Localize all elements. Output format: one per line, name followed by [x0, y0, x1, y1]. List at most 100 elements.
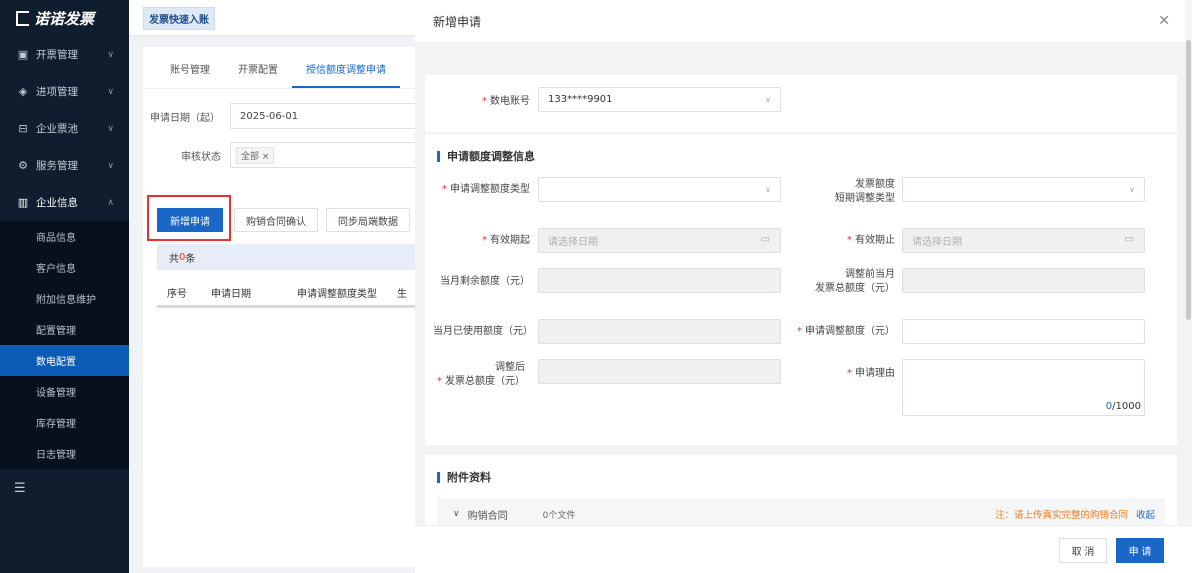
tab-account[interactable]: 账号管理 [156, 61, 224, 88]
sync-data-button[interactable]: 同步局端数据 [326, 208, 410, 232]
menu-invoicing[interactable]: ▣ 开票管理 ∨ [0, 36, 129, 73]
col-index: 序号 [167, 289, 187, 300]
tab-credit-adjust[interactable]: 授信额度调整申请 [292, 61, 400, 88]
highlight-box [147, 195, 231, 241]
before-total-label-2: 发票总额度（元） [815, 283, 895, 294]
count-prefix: 共 [169, 253, 179, 265]
drawer-scrollbar[interactable] [1185, 0, 1192, 573]
valid-from-label-text: 有效期起 [490, 235, 530, 246]
valid-from-date[interactable]: 请选择日期 ▭ [538, 228, 781, 253]
adjust-type-label: * 申请调整额度类型 [442, 184, 530, 195]
chevron-down-icon: ∨ [107, 160, 114, 171]
tag-close-icon[interactable]: × [262, 152, 270, 162]
filter-date-label: 申请日期（起） [150, 112, 220, 124]
chevron-down-icon: ∨ [107, 49, 114, 60]
menu-fold-icon[interactable]: ☰ [0, 469, 129, 507]
before-total-input[interactable] [902, 268, 1145, 293]
adjustment-card: 申请额度调整信息 * 申请调整额度类型 ∨ 发票额度 短期调整类型 ∨ * 有效期起 … [425, 134, 1177, 445]
filter-status-select[interactable]: 全部 × [230, 142, 430, 168]
sidebar-item-inventory[interactable]: 库存管理 [0, 407, 129, 438]
sidebar: 诺诺发票 ▣ 开票管理 ∨ ◈ 进项管理 ∨ ⊟ 企业票池 ∨ ⚙ 服务管理 ∨… [0, 0, 129, 573]
adjust-type-label-text: 申请调整额度类型 [450, 184, 530, 195]
menu-input-tax[interactable]: ◈ 进项管理 ∨ [0, 73, 129, 110]
sidebar-item-customers[interactable]: 客户信息 [0, 252, 129, 283]
month-used-input[interactable] [538, 319, 781, 344]
adjust-amount-input[interactable] [902, 319, 1145, 344]
close-icon[interactable]: ✕ [1158, 13, 1170, 29]
section-bar [437, 150, 440, 162]
filter-date-row: 申请日期（起） 2025-06-01 [150, 103, 430, 129]
adjust-amount-label: * 申请调整额度（元） [797, 326, 895, 337]
attachment-name: 购销合同 [467, 510, 508, 522]
tab-invoice-config[interactable]: 开票配置 [224, 61, 292, 88]
filter-date-input[interactable]: 2025-06-01 [230, 103, 430, 129]
sidebar-item-config[interactable]: 配置管理 [0, 314, 129, 345]
menu-service[interactable]: ⚙ 服务管理 ∨ [0, 147, 129, 184]
invoice-icon: ▣ [17, 48, 29, 61]
logo-text: 诺诺发票 [34, 9, 95, 28]
main-panel: 账号管理 开票配置 授信额度调整申请 申请日期（起） 2025-06-01 审核… [143, 47, 430, 567]
scrollbar-thumb[interactable] [1186, 40, 1191, 320]
drawer-header: 新增申请 [415, 0, 1192, 43]
valid-to-placeholder: 请选择日期 [912, 237, 962, 248]
submit-button[interactable]: 申 请 [1116, 538, 1164, 563]
calendar-icon: ▭ [760, 234, 770, 245]
chevron-down-icon: ∨ [107, 86, 114, 97]
collapse-link[interactable]: 收起 [1136, 507, 1155, 521]
col-adjust-type: 申请调整额度类型 [297, 289, 377, 300]
after-total-label: 调整后 * 发票总额度（元） [437, 362, 525, 387]
sidebar-item-logs[interactable]: 日志管理 [0, 438, 129, 469]
before-total-label-1: 调整前当月 [845, 269, 895, 280]
attachment-files: 0个文件 [542, 510, 576, 521]
sidebar-item-extra-info[interactable]: 附加信息维护 [0, 283, 129, 314]
sidebar-item-devices[interactable]: 设备管理 [0, 376, 129, 407]
short-term-type-select[interactable]: ∨ [902, 177, 1145, 202]
reason-textarea[interactable]: 0/1000 [902, 359, 1145, 416]
valid-to-date[interactable]: 请选择日期 ▭ [902, 228, 1145, 253]
cancel-button[interactable]: 取 消 [1059, 538, 1107, 563]
valid-from-label: * 有效期起 [482, 235, 530, 246]
chevron-down-icon: ∨ [107, 123, 114, 134]
app-logo[interactable]: 诺诺发票 [0, 0, 129, 36]
chevron-down-icon: ∨ [1129, 185, 1135, 194]
tab-bar: 账号管理 开票配置 授信额度调整申请 [143, 47, 415, 89]
chevron-down-icon[interactable]: ∨ [453, 509, 460, 519]
drawer-footer: 取 消 申 请 [415, 525, 1192, 573]
adjust-type-select[interactable]: ∨ [538, 177, 781, 202]
submenu-company-info: 商品信息 客户信息 附加信息维护 配置管理 数电配置 设备管理 库存管理 日志管… [0, 221, 129, 469]
chevron-up-icon: ∧ [107, 197, 114, 208]
before-total-label: 调整前当月发票总额度（元） [795, 268, 895, 296]
reason-label-text: 申请理由 [855, 368, 895, 379]
after-total-input[interactable] [538, 359, 781, 384]
service-icon: ⚙ [18, 159, 28, 172]
section-attach-title-text: 附件资料 [447, 471, 491, 484]
sidebar-item-digital-config[interactable]: 数电配置 [0, 345, 129, 376]
attachment-row: ∨ 购销合同 0个文件 注：请上传真实完整的购销合同 收起 [437, 498, 1165, 525]
after-total-label-2: 发票总额度（元） [445, 376, 525, 387]
menu-label: 进项管理 [36, 86, 78, 98]
attachments-card: 附件资料 ∨ 购销合同 0个文件 注：请上传真实完整的购销合同 收起 [425, 455, 1177, 525]
chevron-down-icon: ∨ [765, 95, 771, 104]
status-tag-label: 全部 [241, 151, 260, 162]
filter-date-value: 2025-06-01 [240, 110, 299, 122]
account-label-text: 数电账号 [490, 96, 530, 107]
wallet-icon: ⊟ [18, 122, 28, 135]
quick-entry-tag[interactable]: 发票快速入账 [143, 7, 215, 30]
result-count-bar: 共0条 [157, 244, 415, 270]
short-term-label-1: 发票额度 [855, 179, 895, 190]
account-select[interactable]: 133****9901 ∨ [538, 87, 781, 112]
menu-company-info[interactable]: ▥ 企业信息 ∧ [0, 184, 129, 221]
status-tag: 全部 × [236, 146, 275, 164]
menu-label: 企业信息 [36, 197, 78, 209]
menu-invoice-pool[interactable]: ⊟ 企业票池 ∨ [0, 110, 129, 147]
contract-confirm-button[interactable]: 购销合同确认 [234, 208, 318, 232]
section-adjust-title: 申请额度调整信息 [437, 148, 535, 164]
filter-status-row: 审核状态 全部 × [150, 142, 430, 168]
sidebar-item-products[interactable]: 商品信息 [0, 221, 129, 252]
valid-to-label-text: 有效期止 [855, 235, 895, 246]
logo-mark-icon [16, 10, 29, 26]
month-remaining-input[interactable] [538, 268, 781, 293]
drawer-body: * 数电账号 133****9901 ∨ 申请额度调整信息 * 申请调整额度类型 ∨… [415, 43, 1185, 525]
account-card: * 数电账号 133****9901 ∨ [425, 75, 1177, 132]
section-attach-title: 附件资料 [437, 469, 491, 485]
